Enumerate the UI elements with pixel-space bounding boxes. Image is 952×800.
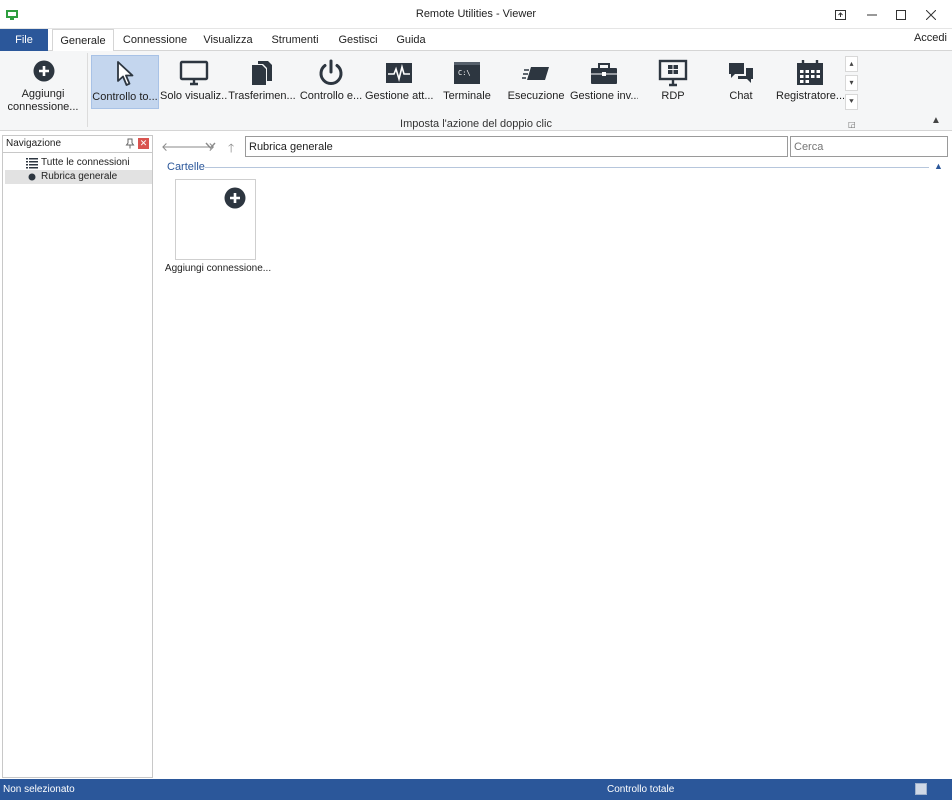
rdp-icon bbox=[658, 59, 688, 87]
minimize-icon bbox=[867, 14, 877, 15]
ribbon-tabs: File Generale Connessione Visualizza Str… bbox=[0, 29, 952, 52]
window-title: Remote Utilities - Viewer bbox=[415, 8, 537, 20]
action-solo-visualizzazione[interactable]: Solo visualiz... bbox=[160, 55, 228, 109]
terminal-icon: C:\ bbox=[454, 62, 480, 84]
action-label: Terminale bbox=[443, 90, 491, 102]
action-gestione-attivita[interactable]: Gestione att... bbox=[365, 55, 433, 109]
navigation-panel: Navigazione ✕ Tutte le connessioni Rubri… bbox=[2, 135, 153, 778]
pin-icon[interactable] bbox=[125, 138, 135, 152]
action-label: Gestione inv... bbox=[570, 90, 638, 102]
action-trasferimento-file[interactable]: Trasferimen... bbox=[228, 55, 296, 109]
inventory-icon bbox=[591, 63, 617, 84]
chat-icon bbox=[729, 63, 753, 83]
maximize-icon bbox=[896, 9, 906, 20]
gallery-expand-button[interactable]: ⯆ bbox=[845, 94, 858, 110]
calendar-icon bbox=[797, 60, 823, 85]
nav-item-all-connections[interactable]: Tutte le connessioni bbox=[5, 156, 152, 170]
close-panel-icon[interactable]: ✕ bbox=[138, 138, 149, 149]
tab-strumenti[interactable]: Strumenti bbox=[264, 29, 326, 51]
svg-text:C:\: C:\ bbox=[458, 69, 471, 77]
action-label: Esecuzione bbox=[507, 90, 565, 102]
section-divider bbox=[205, 167, 929, 168]
close-icon bbox=[926, 9, 936, 20]
tab-visualizza[interactable]: Visualizza bbox=[198, 29, 258, 51]
title-bar: Remote Utilities - Viewer bbox=[0, 0, 952, 29]
action-label: Registratore... bbox=[776, 90, 844, 102]
action-label: Trasferimen... bbox=[228, 90, 296, 102]
action-label: Controllo e... bbox=[299, 90, 363, 102]
status-grip-icon[interactable] bbox=[915, 783, 927, 795]
add-connection-label: Aggiungi connessione... bbox=[7, 88, 79, 113]
list-icon bbox=[26, 156, 38, 170]
tab-generale[interactable]: Generale bbox=[52, 29, 114, 52]
action-esecuzione[interactable]: Esecuzione bbox=[502, 55, 570, 109]
status-bar: Non selezionato Controllo totale bbox=[0, 779, 952, 800]
tab-connessione[interactable]: Connessione bbox=[118, 29, 192, 51]
action-gestione-inventario[interactable]: Gestione inv... bbox=[570, 55, 638, 109]
action-controllo-energia[interactable]: Controllo e... bbox=[297, 55, 365, 109]
cursor-icon bbox=[117, 61, 134, 86]
add-connection-tile[interactable] bbox=[175, 179, 256, 260]
gallery-scroll-down-button[interactable]: ▾ bbox=[845, 75, 858, 91]
action-label: Solo visualiz... bbox=[160, 90, 228, 102]
action-chat[interactable]: Chat bbox=[707, 55, 775, 109]
add-circle-icon bbox=[224, 187, 246, 209]
navigation-title: Navigazione bbox=[6, 138, 62, 149]
action-label: Gestione att... bbox=[365, 90, 433, 102]
action-terminale[interactable]: C:\ Terminale bbox=[433, 55, 501, 109]
dialog-launcher-icon[interactable]: ◲ bbox=[848, 120, 856, 129]
sign-in-link[interactable]: Accedi bbox=[914, 32, 947, 44]
ribbon-group-label: Imposta l'azione del doppio clic bbox=[400, 118, 552, 130]
search-input[interactable] bbox=[790, 136, 948, 157]
activity-monitor-icon bbox=[386, 63, 412, 83]
add-connection-tile-label[interactable]: Aggiungi connessione... bbox=[163, 263, 273, 274]
ribbon-separator bbox=[87, 53, 88, 127]
history-chevron-down-icon[interactable] bbox=[205, 139, 216, 153]
nav-item-rubrica-generale[interactable]: Rubrica generale bbox=[5, 170, 152, 184]
action-registratore[interactable]: Registratore... bbox=[776, 55, 844, 109]
maximize-button[interactable] bbox=[884, 0, 918, 29]
action-rdp[interactable]: RDP bbox=[639, 55, 707, 109]
nav-item-label: Tutte le connessioni bbox=[41, 157, 130, 168]
action-label: Controllo to... bbox=[92, 91, 158, 103]
action-controllo-totale[interactable]: Controllo to... bbox=[91, 55, 159, 109]
add-connection-button[interactable]: Aggiungi connessione... bbox=[0, 51, 86, 129]
files-icon bbox=[252, 61, 272, 85]
section-title: Cartelle bbox=[167, 161, 205, 173]
dot-icon bbox=[26, 170, 38, 184]
ribbon-display-options-button[interactable] bbox=[823, 0, 857, 29]
action-label: Chat bbox=[729, 90, 753, 102]
ribbon: Aggiungi connessione... Controllo to... … bbox=[0, 51, 952, 131]
action-label: RDP bbox=[661, 90, 685, 102]
close-button[interactable] bbox=[914, 0, 948, 29]
nav-item-label: Rubrica generale bbox=[41, 171, 118, 182]
section-collapse-icon[interactable]: ▲ bbox=[934, 161, 943, 171]
address-bar[interactable]: Rubrica generale bbox=[245, 136, 788, 157]
gallery-scroll-up-button[interactable]: ▴ bbox=[845, 56, 858, 72]
monitor-icon bbox=[179, 60, 209, 86]
tab-guida[interactable]: Guida bbox=[390, 29, 432, 51]
tab-file[interactable]: File bbox=[0, 29, 48, 51]
power-icon bbox=[319, 59, 343, 85]
tab-gestisci[interactable]: Gestisci bbox=[332, 29, 384, 51]
ribbon-display-icon bbox=[834, 9, 846, 20]
add-circle-icon bbox=[33, 60, 55, 82]
double-click-action-gallery: Controllo to... Solo visualiz... Trasfer… bbox=[91, 55, 845, 113]
up-arrow-icon[interactable]: 🡑 bbox=[228, 139, 234, 160]
collapse-ribbon-icon[interactable]: ▲ bbox=[931, 115, 941, 126]
status-selection: Non selezionato bbox=[3, 784, 75, 795]
execute-icon bbox=[522, 67, 549, 80]
status-action-mode: Controllo totale bbox=[607, 784, 675, 795]
